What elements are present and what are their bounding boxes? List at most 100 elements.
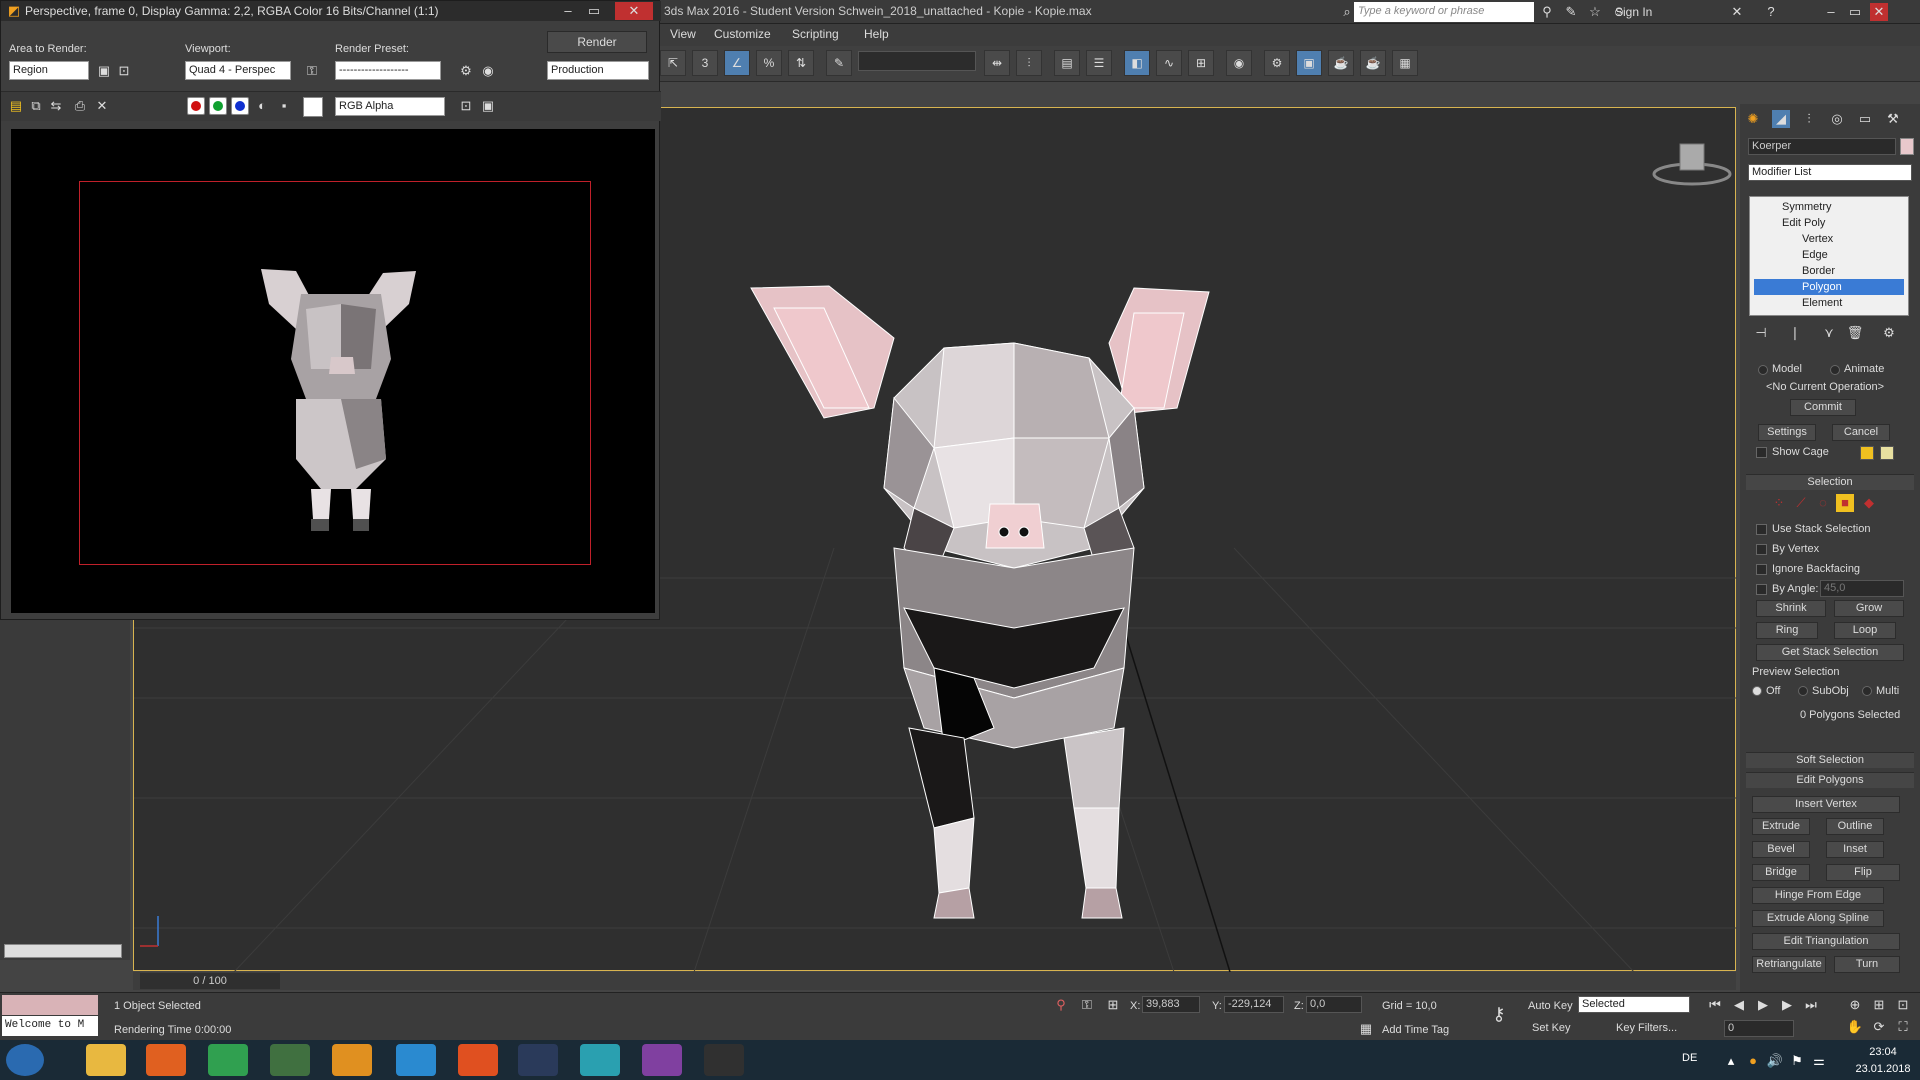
maxscript-listener-color[interactable] <box>2 995 98 1015</box>
schematic-view-icon[interactable]: ⊞ <box>1188 50 1214 76</box>
ignore-backfacing-checkbox[interactable] <box>1756 564 1767 575</box>
key-filters-button[interactable]: Key Filters... <box>1616 1022 1677 1034</box>
lock-icon[interactable]: ⚿ <box>1078 996 1096 1014</box>
binoculars-icon[interactable]: ⚲ <box>1538 3 1556 21</box>
rw-close-icon[interactable]: ✕ <box>615 2 653 20</box>
curve-editor-icon[interactable]: ∿ <box>1156 50 1182 76</box>
material-editor-icon[interactable]: ◉ <box>1226 50 1252 76</box>
render-setup-icon[interactable]: ⚙ <box>1264 50 1290 76</box>
modifier-list-dropdown[interactable]: Modifier List <box>1748 164 1912 181</box>
goto-end-icon[interactable]: ⏭ <box>1802 996 1820 1014</box>
auto-key-button[interactable]: Auto Key <box>1528 1000 1573 1012</box>
scene-explorer-icon[interactable]: ☰ <box>1086 50 1112 76</box>
clock-date[interactable]: 23.01.2018 <box>1850 1063 1916 1075</box>
loop-button[interactable]: Loop <box>1834 622 1896 639</box>
shrink-button[interactable]: Shrink <box>1756 600 1826 617</box>
channel-display-dropdown[interactable]: RGB Alpha <box>335 97 445 116</box>
file-explorer-icon[interactable] <box>86 1044 126 1076</box>
close-x-icon[interactable]: ✕ <box>1728 3 1746 21</box>
border-mode-icon[interactable]: ◌ <box>1814 494 1832 512</box>
globe-app-icon[interactable] <box>270 1044 310 1076</box>
minimize-icon[interactable]: – <box>1822 3 1840 21</box>
bevel-button[interactable]: Bevel <box>1752 841 1810 858</box>
next-frame-icon[interactable]: ▶ <box>1778 996 1796 1014</box>
green-channel-toggle[interactable] <box>209 97 227 115</box>
create-tab-icon[interactable]: ✺ <box>1744 110 1762 128</box>
save-image-icon[interactable]: ▤ <box>7 97 25 115</box>
cage-selected-color-swatch[interactable] <box>1880 446 1894 460</box>
spinner-snap-icon[interactable]: ⇅ <box>788 50 814 76</box>
show-end-result-icon[interactable]: ❘ <box>1786 324 1804 342</box>
outline-button[interactable]: Outline <box>1826 818 1884 835</box>
edit-triangulation-button[interactable]: Edit Triangulation <box>1752 933 1900 950</box>
render-button[interactable]: Render <box>547 31 647 53</box>
red-channel-toggle[interactable] <box>187 97 205 115</box>
by-angle-checkbox[interactable] <box>1756 584 1767 595</box>
menu-customize[interactable]: Customize <box>714 27 771 41</box>
angle-snap-icon[interactable]: ∠ <box>724 50 750 76</box>
monochrome-icon[interactable]: ▪ <box>275 97 293 115</box>
snap-3d-icon[interactable]: 3 <box>692 50 718 76</box>
tray-app-icon[interactable]: ● <box>1744 1052 1762 1070</box>
add-time-tag-button[interactable]: Add Time Tag <box>1382 1024 1449 1036</box>
settings-button[interactable]: Settings <box>1758 424 1816 441</box>
stack-item-selected[interactable]: Polygon <box>1754 279 1904 295</box>
element-mode-icon[interactable]: ◆ <box>1860 494 1878 512</box>
frame-counter[interactable]: 0 / 100 <box>140 973 280 989</box>
z-coordinate-field[interactable]: 0,0 <box>1306 996 1362 1013</box>
set-key-button[interactable]: Set Key <box>1532 1022 1571 1034</box>
copy-image-icon[interactable]: ⧉ <box>27 97 45 115</box>
show-cage-checkbox[interactable] <box>1756 447 1767 458</box>
3dsmax-icon[interactable] <box>580 1044 620 1076</box>
x-coordinate-field[interactable]: 39,883 <box>1142 996 1200 1013</box>
grow-button[interactable]: Grow <box>1834 600 1904 617</box>
key-icon[interactable]: ⚷ <box>1490 1005 1508 1023</box>
stack-item[interactable]: Border <box>1754 263 1904 279</box>
zoom-all-icon[interactable]: ⊞ <box>1870 996 1888 1014</box>
menu-scripting[interactable]: Scripting <box>792 27 839 41</box>
extrude-button[interactable]: Extrude <box>1752 818 1810 835</box>
prev-frame-icon[interactable]: ◀ <box>1730 996 1748 1014</box>
get-stack-selection-button[interactable]: Get Stack Selection <box>1756 644 1904 661</box>
insert-vertex-button[interactable]: Insert Vertex <box>1752 796 1900 813</box>
modifier-stack[interactable]: Symmetry Edit Poly Vertex Edge Border Po… <box>1749 196 1909 316</box>
goto-start-icon[interactable]: ⏮ <box>1706 996 1724 1014</box>
firefox-icon[interactable] <box>146 1044 186 1076</box>
align-icon[interactable]: ⫶ <box>1016 50 1042 76</box>
selection-rollout-header[interactable]: Selection <box>1746 474 1914 490</box>
named-selection-combo[interactable] <box>858 51 976 71</box>
environment-icon[interactable]: ◉ <box>479 62 497 80</box>
cage-color-swatch[interactable] <box>1860 446 1874 460</box>
blue-channel-toggle[interactable] <box>231 97 249 115</box>
maximize-icon[interactable]: ▭ <box>1846 3 1864 21</box>
by-angle-field[interactable]: 45,0 <box>1820 580 1904 597</box>
left-scrollbar[interactable] <box>4 944 122 958</box>
extrude-along-spline-button[interactable]: Extrude Along Spline <box>1752 910 1884 927</box>
language-indicator[interactable]: DE <box>1682 1052 1697 1064</box>
by-vertex-checkbox[interactable] <box>1756 544 1767 555</box>
mirror-icon[interactable]: ⇹ <box>984 50 1010 76</box>
pin-stack-icon[interactable]: ⊣ <box>1752 324 1770 342</box>
edge-mode-icon[interactable]: ⟋ <box>1792 494 1810 512</box>
rw-maximize-icon[interactable]: ▭ <box>585 2 603 20</box>
zoom-icon[interactable]: ⊕ <box>1846 996 1864 1014</box>
menu-help[interactable]: Help <box>864 27 889 41</box>
search-input[interactable]: Type a keyword or phrase <box>1354 2 1534 22</box>
clone-window-icon[interactable]: ⇆ <box>47 97 65 115</box>
stack-item[interactable]: Vertex <box>1754 231 1904 247</box>
absolute-mode-icon[interactable]: ⊞ <box>1104 996 1122 1014</box>
maxscript-input[interactable]: Welcome to M <box>2 1016 98 1036</box>
utilities-tab-icon[interactable]: ⚒ <box>1884 110 1902 128</box>
alpha-channel-icon[interactable]: ◐ <box>253 97 271 115</box>
rendered-frame-icon[interactable]: ▣ <box>1296 50 1322 76</box>
clear-image-icon[interactable]: ✕ <box>93 97 111 115</box>
preview-multi-radio[interactable] <box>1862 686 1872 696</box>
retriangulate-button[interactable]: Retriangulate <box>1752 956 1826 973</box>
sign-in-link[interactable]: Sign In <box>1615 5 1652 19</box>
auto-region-icon[interactable]: ⊡ <box>115 62 133 80</box>
render-preset-dropdown[interactable]: ------------------- <box>335 61 441 80</box>
object-name-field[interactable]: Koerper <box>1748 138 1896 155</box>
ring-button[interactable]: Ring <box>1756 622 1818 639</box>
object-color-swatch[interactable] <box>1900 138 1914 155</box>
stack-item[interactable]: Symmetry <box>1754 199 1904 215</box>
